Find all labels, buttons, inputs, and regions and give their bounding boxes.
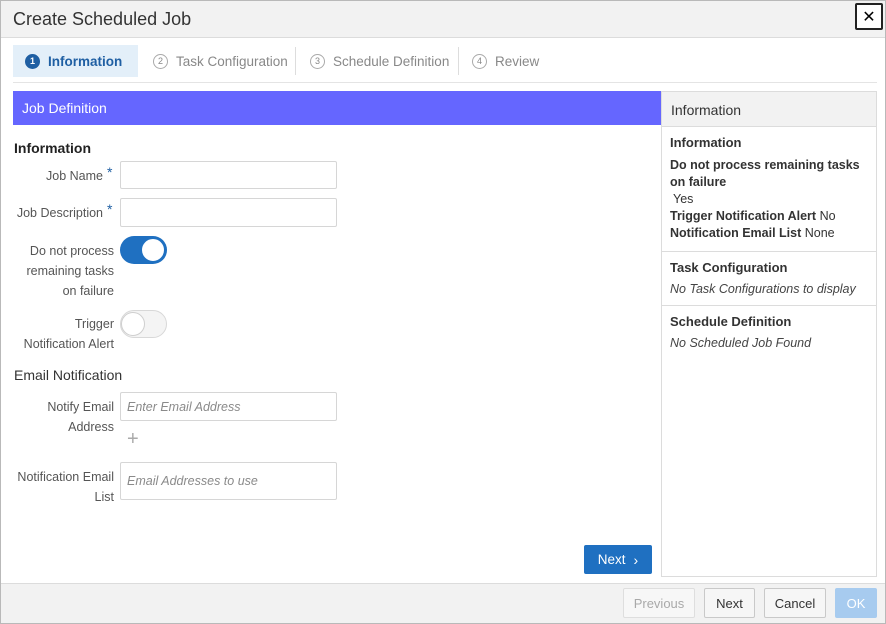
summary-information-block: Information Do not process remaining tas… xyxy=(662,127,876,252)
job-description-input[interactable] xyxy=(120,198,337,227)
step-divider xyxy=(458,47,459,75)
summary-information-title: Information xyxy=(670,135,742,150)
summary-no-process-value: Yes xyxy=(673,192,694,206)
wizard-stepper: 1 Information 2 Task Configuration 3 Sch… xyxy=(13,45,877,83)
next-step-button[interactable]: Next › xyxy=(584,545,652,574)
information-heading: Information xyxy=(14,140,91,156)
ok-button[interactable]: OK xyxy=(835,588,877,618)
required-indicator: * xyxy=(107,201,113,217)
step-divider xyxy=(295,47,296,75)
add-email-icon[interactable]: + xyxy=(127,428,139,451)
summary-email-list-value: None xyxy=(804,226,835,240)
summary-trigger-label: Trigger Notification Alert xyxy=(670,209,817,223)
summary-email-list-line: Notification Email List None xyxy=(670,225,868,242)
step-number-icon: 4 xyxy=(472,53,487,69)
trigger-alert-toggle[interactable] xyxy=(120,310,167,338)
required-indicator: * xyxy=(107,164,113,180)
summary-task-config-empty: No Task Configurations to display xyxy=(670,282,856,296)
step-information[interactable]: 1 Information xyxy=(13,45,138,77)
notification-list-input[interactable] xyxy=(120,462,337,500)
information-summary-panel: Information Information Do not process r… xyxy=(661,91,877,577)
step-review[interactable]: 4 Review xyxy=(460,45,560,77)
summary-task-config-title: Task Configuration xyxy=(670,260,788,275)
summary-trigger-line: Trigger Notification Alert No xyxy=(670,208,868,225)
step-label: Review xyxy=(495,53,540,69)
close-button[interactable]: ✕ xyxy=(855,3,883,30)
summary-email-list-label: Notification Email List xyxy=(670,226,802,240)
summary-schedule-title: Schedule Definition xyxy=(670,314,792,329)
notify-email-input[interactable] xyxy=(120,392,337,421)
summary-schedule-block: Schedule Definition No Scheduled Job Fou… xyxy=(662,306,876,359)
notification-list-label: Notification Email List xyxy=(17,470,114,504)
job-name-label: Job Name xyxy=(46,169,103,183)
notify-email-label: Notify Email Address xyxy=(47,400,114,434)
summary-no-process-label: Do not process remaining tasks on failur… xyxy=(670,158,860,189)
trigger-alert-label: Trigger Notification Alert xyxy=(23,317,114,351)
close-icon: ✕ xyxy=(862,8,876,26)
dialog-footer: Previous Next Cancel OK xyxy=(1,583,885,623)
step-number-icon: 3 xyxy=(310,53,325,69)
email-notification-heading: Email Notification xyxy=(14,367,123,383)
previous-button[interactable]: Previous xyxy=(623,588,695,618)
next-label: Next xyxy=(597,552,626,567)
step-task-configuration[interactable]: 2 Task Configuration xyxy=(141,45,291,77)
step-label: Schedule Definition xyxy=(333,53,450,69)
job-name-input[interactable] xyxy=(120,161,337,189)
step-label: Task Configuration xyxy=(176,53,288,69)
job-definition-header: Job Definition xyxy=(13,91,661,125)
footer-next-button[interactable]: Next xyxy=(704,588,755,618)
dialog-titlebar: Create Scheduled Job ✕ xyxy=(1,1,885,38)
toggle-knob xyxy=(141,238,165,262)
no-process-toggle[interactable] xyxy=(120,236,167,264)
no-process-label: Do not process remaining tasks on failur… xyxy=(26,244,114,298)
toggle-knob xyxy=(121,312,145,336)
step-number-icon: 1 xyxy=(25,53,40,69)
cancel-button[interactable]: Cancel xyxy=(764,588,826,618)
summary-panel-header: Information xyxy=(662,92,876,127)
step-label: Information xyxy=(48,53,123,69)
job-description-label: Job Description xyxy=(16,206,103,220)
summary-trigger-value: No xyxy=(819,209,836,223)
summary-schedule-empty: No Scheduled Job Found xyxy=(670,336,812,350)
dialog-title: Create Scheduled Job xyxy=(13,9,192,29)
chevron-right-icon: › xyxy=(633,551,639,568)
step-schedule-definition[interactable]: 3 Schedule Definition xyxy=(298,45,458,77)
summary-task-config-block: Task Configuration No Task Configuration… xyxy=(662,252,876,306)
create-scheduled-job-dialog: Create Scheduled Job ✕ 1 Information 2 T… xyxy=(0,0,886,624)
step-number-icon: 2 xyxy=(153,53,168,69)
